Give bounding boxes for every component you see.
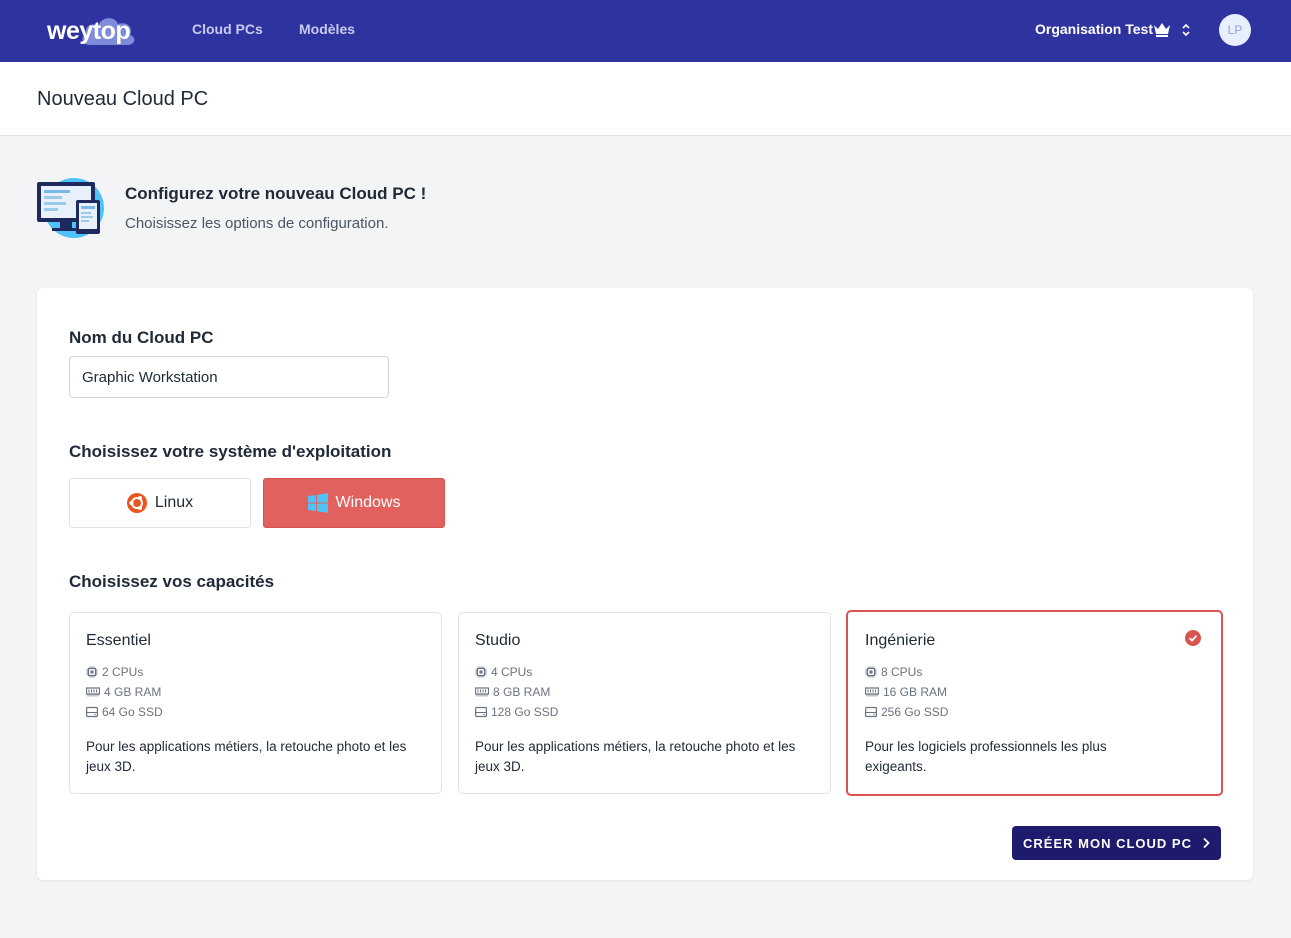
check-circle-icon (1185, 630, 1201, 646)
tier-card-essentiel[interactable]: Essentiel 2 CPUs 4 GB RAM 64 Go SSD Pour… (69, 612, 442, 794)
ssd-icon (86, 706, 98, 718)
tier-card-studio[interactable]: Studio 4 CPUs 8 GB RAM 128 Go SSD Pour l… (458, 612, 831, 794)
spec-ssd: 128 Go SSD (475, 705, 558, 719)
tier-description: Pour les applications métiers, la retouc… (86, 739, 407, 774)
spec-ram: 8 GB RAM (475, 685, 550, 699)
intro-title: Configurez votre nouveau Cloud PC ! (125, 184, 427, 203)
spec-ssd: 64 Go SSD (86, 705, 163, 719)
configuration-card: Nom du Cloud PC Choisissez votre système… (37, 288, 1253, 880)
spec-ram: 4 GB RAM (86, 685, 161, 699)
tier-name: Studio (475, 632, 521, 649)
tier-card-ingenierie[interactable]: Ingénierie 8 CPUs 16 GB RAM 256 Go SSD P… (846, 610, 1223, 796)
spec-cpu: 4 CPUs (475, 665, 532, 679)
spec-cpu: 2 CPUs (86, 665, 143, 679)
cloud-pc-name-input[interactable] (69, 356, 389, 398)
top-navbar: weytop Cloud PCs Modèles Organisation Te… (0, 0, 1291, 62)
os-option-windows[interactable]: Windows (263, 478, 445, 528)
os-label: Choisissez votre système d'exploitation (69, 442, 392, 461)
cpu-icon (865, 666, 877, 678)
ram-icon (865, 687, 879, 697)
page-header: Nouveau Cloud PC (0, 62, 1291, 136)
chevron-right-icon (1203, 837, 1210, 849)
cpu-icon (475, 666, 487, 678)
tier-description: Pour les applications métiers, la retouc… (475, 739, 796, 774)
spec-ssd: 256 Go SSD (865, 705, 948, 719)
name-label: Nom du Cloud PC (69, 328, 214, 347)
ubuntu-icon (126, 493, 147, 513)
create-button-label: CRÉER MON CLOUD PC (1023, 835, 1192, 851)
windows-icon (307, 493, 328, 513)
ssd-icon (865, 706, 877, 718)
ram-icon (86, 687, 100, 697)
intro-subtitle: Choisissez les options de configuration. (125, 215, 389, 232)
os-option-label: Windows (335, 494, 401, 511)
nav-cloud-pcs[interactable]: Cloud PCs (192, 21, 263, 37)
organization-switcher[interactable]: Organisation Test (1035, 21, 1153, 37)
create-cloud-pc-button[interactable]: CRÉER MON CLOUD PC (1012, 826, 1221, 860)
spec-ram: 16 GB RAM (865, 685, 947, 699)
capacity-label: Choisissez vos capacités (69, 572, 275, 591)
computer-illustration-icon (37, 178, 104, 238)
user-avatar[interactable]: LP (1219, 14, 1251, 46)
ssd-icon (475, 706, 487, 718)
chevron-updown-icon[interactable] (1180, 21, 1192, 39)
ram-icon (475, 687, 489, 697)
tier-description: Pour les logiciels professionnels les pl… (865, 739, 1107, 774)
weytop-logo[interactable]: weytop (44, 12, 138, 50)
cpu-icon (86, 666, 98, 678)
crown-icon (1154, 23, 1170, 37)
tier-name: Essentiel (86, 632, 151, 649)
logo-wordmark: weytop (47, 17, 131, 45)
os-option-label: Linux (154, 494, 194, 511)
nav-modeles[interactable]: Modèles (299, 21, 355, 37)
tier-name: Ingénierie (865, 632, 936, 649)
os-option-linux[interactable]: Linux (69, 478, 251, 528)
page-title: Nouveau Cloud PC (37, 88, 209, 110)
spec-cpu: 8 CPUs (865, 665, 922, 679)
